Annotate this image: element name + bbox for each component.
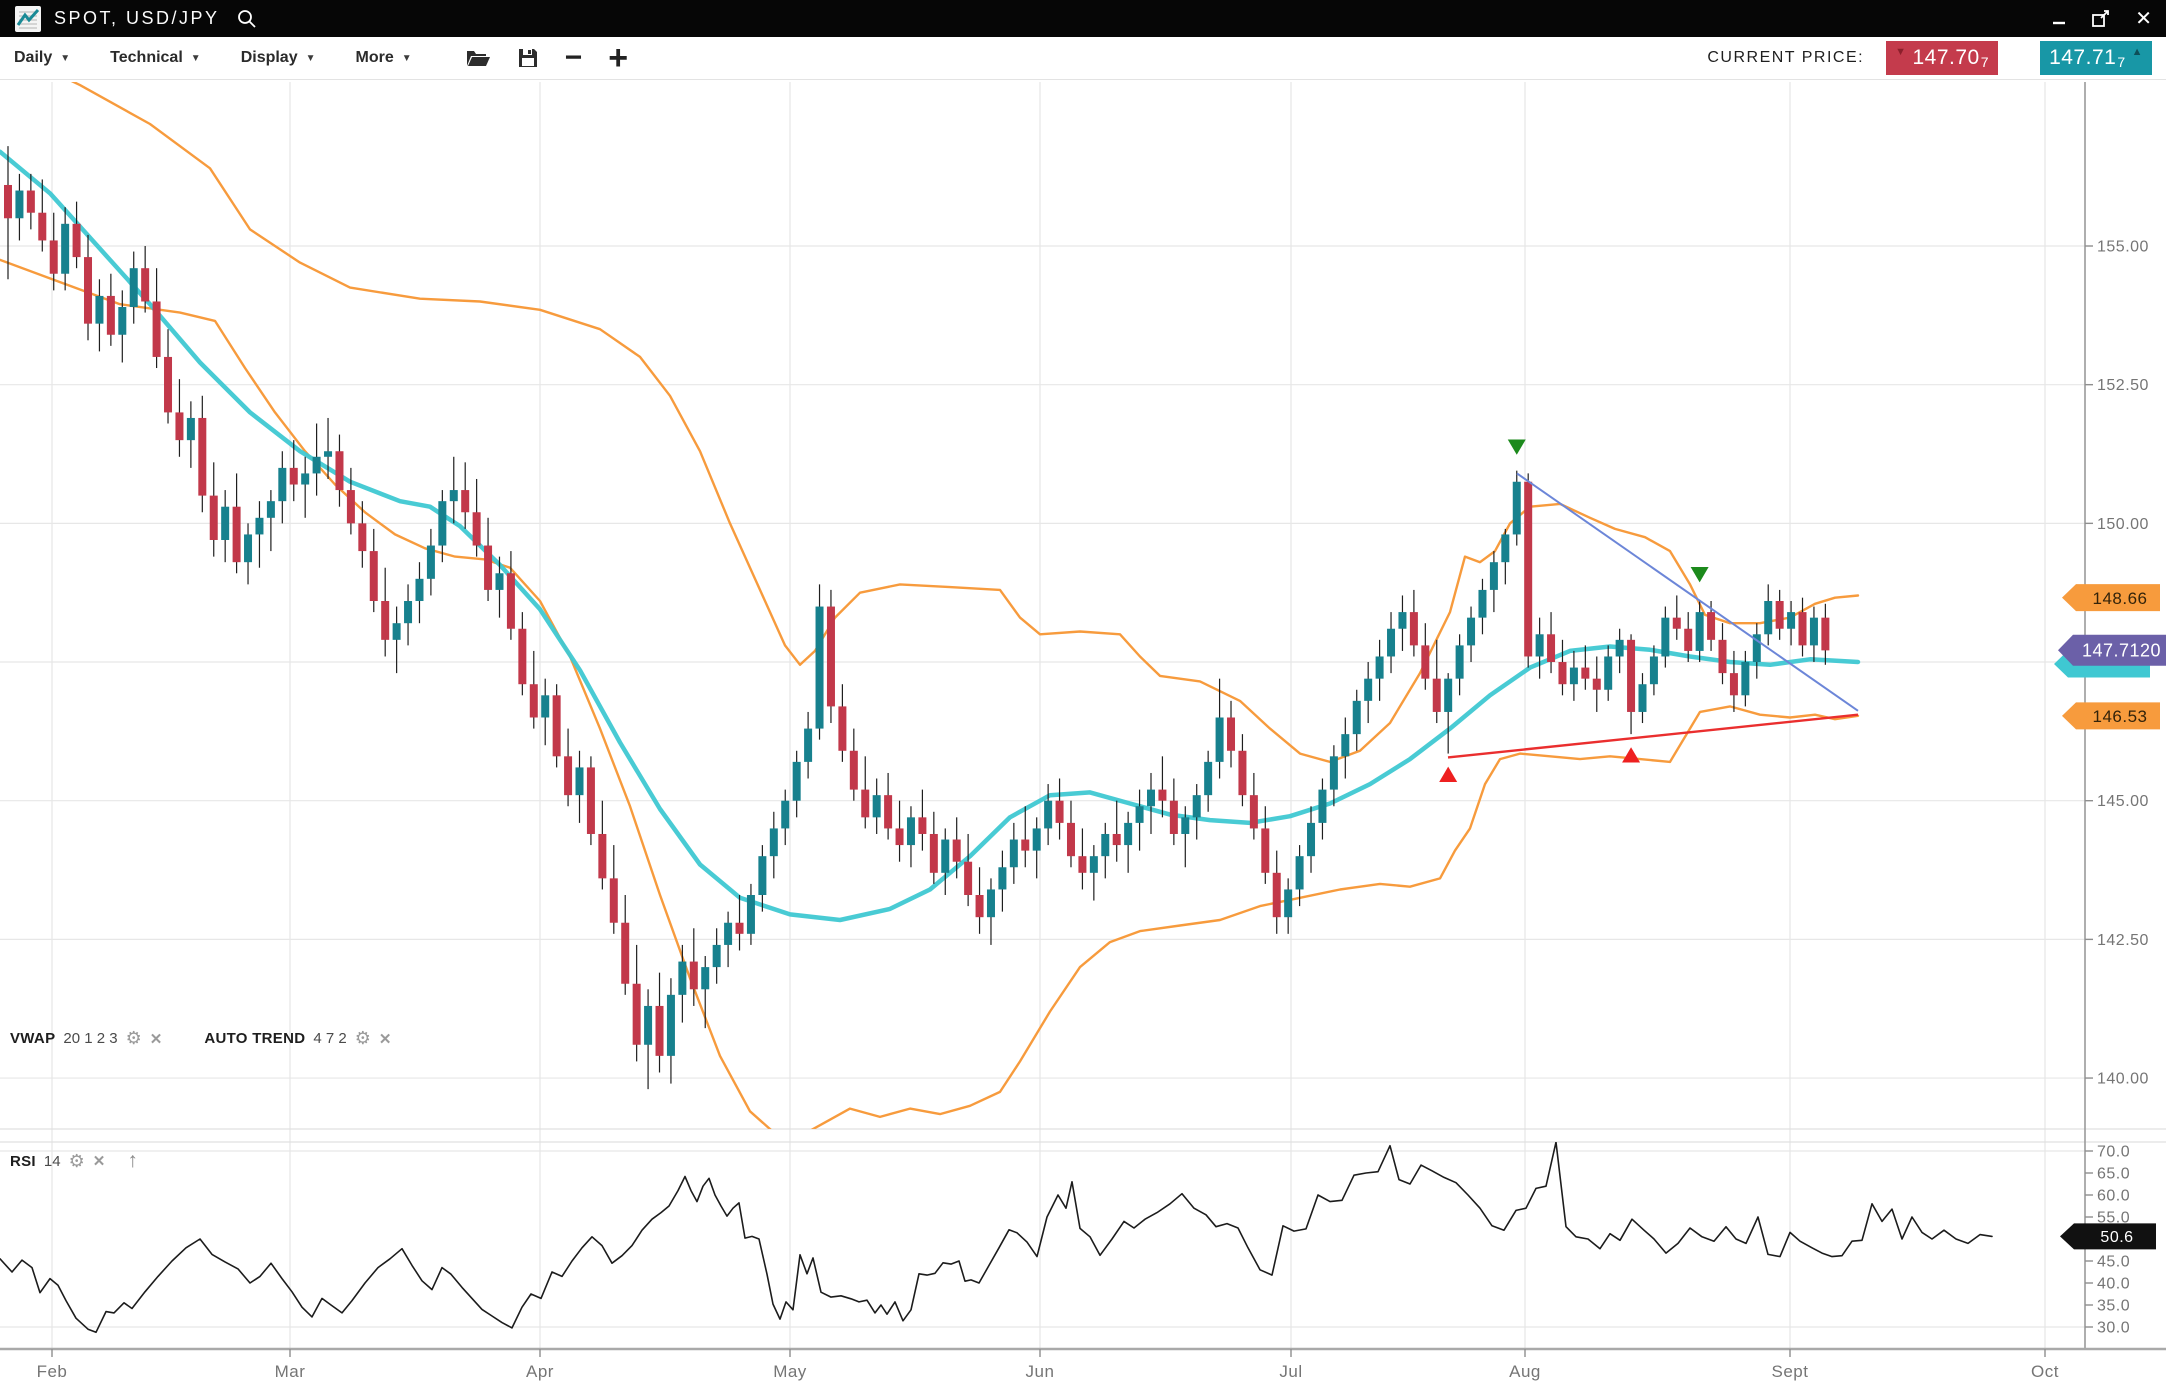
svg-text:155.00: 155.00: [2097, 239, 2149, 256]
window-controls: ✕: [2051, 6, 2152, 31]
svg-text:May: May: [773, 1362, 807, 1381]
svg-text:150.00: 150.00: [2097, 516, 2149, 533]
upper-band-tag: 148.66: [2062, 584, 2160, 611]
svg-text:146.53: 146.53: [2093, 707, 2148, 726]
open-folder-icon[interactable]: [465, 47, 491, 69]
current-price-label: CURRENT PRICE:: [1707, 49, 1864, 67]
price-chart-canvas[interactable]: Feb Mar Apr May Jun Jul Aug Sept Oct 155.00 152.50…: [0, 0, 2166, 1389]
svg-text:45.0: 45.0: [2097, 1254, 2130, 1271]
rsi-labels-row: RSI 14 ⚙ ✕ ↑: [10, 1149, 138, 1173]
ask-price-badge: 147.717 ▲: [2040, 41, 2152, 75]
svg-text:Sept: Sept: [1772, 1362, 1809, 1381]
svg-text:Jun: Jun: [1026, 1362, 1055, 1381]
gear-icon[interactable]: ⚙: [69, 1151, 85, 1172]
svg-text:30.0: 30.0: [2097, 1320, 2130, 1337]
lower-band-tag: 146.53: [2062, 702, 2160, 729]
svg-text:50.6: 50.6: [2100, 1229, 2133, 1246]
svg-text:Mar: Mar: [275, 1362, 306, 1381]
popout-button[interactable]: [2091, 9, 2111, 29]
title-bar: SPOT, USD/JPY ✕: [0, 0, 2166, 37]
rsi-indicator-label: RSI: [10, 1153, 36, 1170]
menu-technical[interactable]: Technical▼: [110, 49, 201, 67]
chevron-down-icon: ▼: [191, 53, 201, 64]
zoom-in-button[interactable]: +: [608, 43, 628, 73]
chart-toolbar: Daily▼ Technical▼ Display▼ More▼ − +: [0, 37, 2166, 80]
menu-timeframe[interactable]: Daily▼: [14, 49, 70, 67]
minimize-button[interactable]: [2051, 11, 2067, 27]
svg-text:40.0: 40.0: [2097, 1276, 2130, 1293]
auto-trend-indicator-label: AUTO TREND: [204, 1030, 305, 1047]
chevron-down-icon: ▼: [306, 53, 316, 64]
svg-text:70.0: 70.0: [2097, 1144, 2130, 1161]
close-icon[interactable]: ✕: [150, 1030, 163, 1048]
app-chart-icon: [14, 5, 42, 33]
arrow-down-icon: ▼: [1895, 46, 1906, 58]
svg-text:142.50: 142.50: [2097, 932, 2149, 949]
svg-text:Aug: Aug: [1509, 1362, 1541, 1381]
save-icon[interactable]: [517, 47, 539, 69]
bid-price-badge: ▼ 147.707: [1886, 41, 1998, 75]
trading-app-window: Feb Mar Apr May Jun Jul Aug Sept Oct 155.00 152.50…: [0, 0, 2166, 1389]
arrow-up-icon: ▲: [2132, 46, 2143, 58]
svg-text:147.7120: 147.7120: [2082, 641, 2161, 661]
svg-text:65.0: 65.0: [2097, 1166, 2130, 1183]
svg-text:Oct: Oct: [2031, 1362, 2059, 1381]
current-price-group: CURRENT PRICE: ▼ 147.707 147.717 ▲: [1707, 41, 2152, 75]
svg-text:145.00: 145.00: [2097, 793, 2149, 810]
svg-text:Feb: Feb: [37, 1362, 68, 1381]
menu-display[interactable]: Display▼: [241, 49, 316, 67]
chevron-down-icon: ▼: [402, 53, 412, 64]
close-icon[interactable]: ✕: [93, 1152, 106, 1170]
gear-icon[interactable]: ⚙: [355, 1028, 371, 1049]
zoom-out-button[interactable]: −: [565, 43, 583, 73]
move-pane-up-icon[interactable]: ↑: [127, 1149, 138, 1173]
svg-text:140.00: 140.00: [2097, 1071, 2149, 1088]
chevron-down-icon: ▼: [60, 53, 70, 64]
svg-text:Jul: Jul: [1279, 1362, 1302, 1381]
close-icon[interactable]: ✕: [379, 1030, 392, 1048]
window-title: SPOT, USD/JPY: [54, 8, 220, 29]
svg-text:35.0: 35.0: [2097, 1298, 2130, 1315]
menu-more[interactable]: More▼: [356, 49, 412, 67]
gear-icon[interactable]: ⚙: [126, 1028, 142, 1049]
svg-text:Apr: Apr: [526, 1362, 554, 1381]
svg-text:148.66: 148.66: [2093, 589, 2148, 608]
last-price-tag: 147.7120: [2058, 635, 2166, 666]
vwap-indicator-label: VWAP: [10, 1030, 55, 1047]
close-icon[interactable]: ✕: [2135, 6, 2152, 31]
rsi-value-tag: 50.6: [2060, 1223, 2156, 1249]
svg-text:60.0: 60.0: [2097, 1188, 2130, 1205]
indicator-labels-row: VWAP 20 1 2 3 ⚙ ✕ AUTO TREND 4 7 2 ⚙ ✕: [10, 1028, 391, 1049]
svg-text:152.50: 152.50: [2097, 377, 2149, 394]
search-icon[interactable]: [236, 8, 258, 30]
